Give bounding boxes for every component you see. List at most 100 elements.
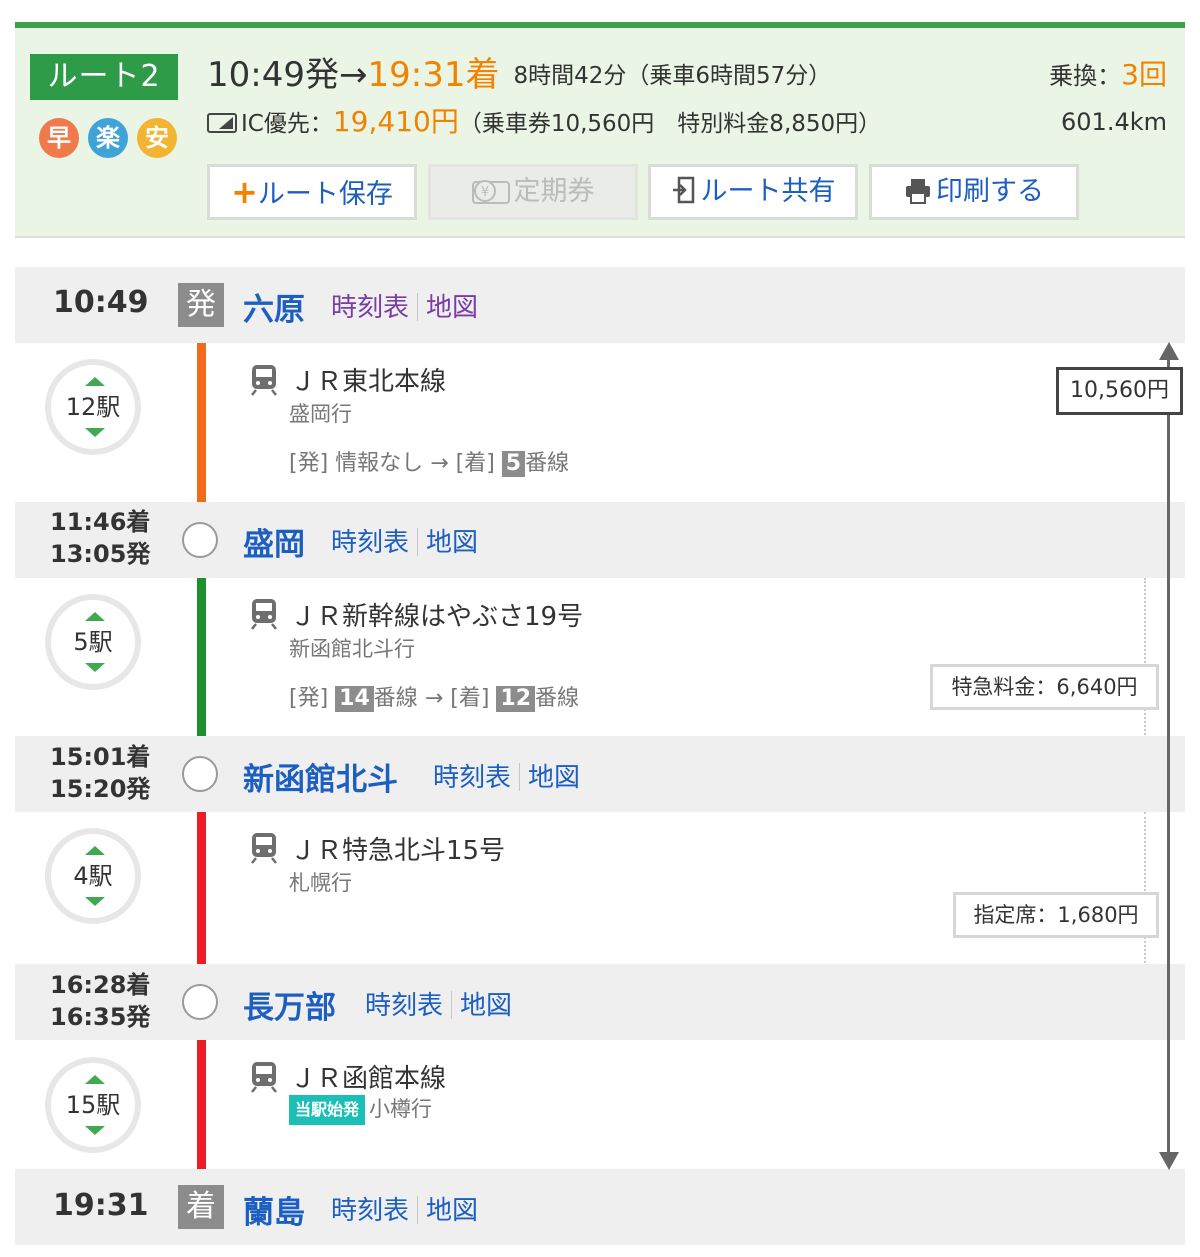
- share-icon: [672, 176, 694, 204]
- transfer-node: [182, 522, 218, 558]
- svg-text:¥: ¥: [480, 185, 488, 200]
- arrival-platform-number: 5: [501, 451, 526, 477]
- transfer-count: 3回: [1121, 58, 1167, 91]
- save-route-label: ルート保存: [257, 179, 393, 210]
- platform-info: [発] 14 番線 → [着] 12 番線: [289, 680, 579, 712]
- timetable-link[interactable]: 時刻表: [365, 991, 443, 1021]
- map-link[interactable]: 地図: [426, 1196, 478, 1226]
- expand-up-icon: [85, 846, 105, 855]
- stop-count-2[interactable]: 5駅: [45, 594, 141, 690]
- departure-platform: 情報なし: [335, 451, 424, 476]
- train-icon: [251, 1062, 277, 1093]
- route-times: 10:49発→19:31着 8時間42分（乗車6時間57分）: [207, 50, 831, 101]
- destination: 新函館北斗行: [289, 637, 415, 661]
- expand-up-icon: [85, 612, 105, 621]
- platform-arrow: →: [430, 451, 449, 476]
- arrival-time: 19:31着: [367, 55, 500, 95]
- easiest-badge: 楽: [88, 118, 128, 158]
- route-line-segment-3: [197, 792, 206, 992]
- station-links: 時刻表 地図: [331, 522, 478, 559]
- line-name[interactable]: ＪＲ函館本線: [290, 1058, 446, 1095]
- print-label: 印刷する: [936, 176, 1044, 207]
- platform-suffix: 番線: [373, 686, 418, 711]
- departure-label: [発]: [289, 451, 329, 476]
- cheapest-badge: 安: [137, 118, 177, 158]
- line-name[interactable]: ＪＲ特急北斗15号: [290, 830, 505, 867]
- printer-icon: [906, 179, 930, 204]
- departure-time-3: 16:35発: [50, 1003, 151, 1031]
- departure-label: [発]: [289, 686, 329, 711]
- station-links: 時刻表 地図: [331, 1190, 478, 1227]
- arrival-label: [着]: [455, 451, 495, 476]
- train-icon: [251, 365, 277, 396]
- arrival-label: [着]: [450, 686, 490, 711]
- station-name[interactable]: 新函館北斗: [243, 754, 398, 799]
- station-links: 時刻表 地図: [365, 985, 512, 1022]
- line-name[interactable]: ＪＲ東北本線: [290, 361, 446, 398]
- origin-departure-time: 10:49: [53, 285, 149, 320]
- station-name[interactable]: 盛岡: [243, 519, 305, 564]
- timetable-link[interactable]: 時刻表: [331, 528, 409, 558]
- destination: 札幌行: [289, 871, 352, 895]
- stop-count-3[interactable]: 4駅: [45, 828, 141, 924]
- reserved-seat-fee-box: 指定席：1,680円: [953, 892, 1159, 938]
- timetable-link[interactable]: 時刻表: [433, 763, 511, 793]
- fare-range-arrow-down-icon: [1159, 1152, 1179, 1170]
- share-route-label: ルート共有: [700, 176, 836, 207]
- line-name[interactable]: ＪＲ新幹線はやぶさ19号: [290, 596, 583, 633]
- plus-icon: +: [231, 173, 258, 211]
- route-label-badge: ルート2: [30, 54, 178, 100]
- route-line-segment-2: [197, 558, 206, 758]
- transfer-node: [182, 756, 218, 792]
- destination-with-badge: 当駅始発 小樽行: [289, 1093, 432, 1125]
- expand-down-icon: [85, 1126, 105, 1135]
- platform-arrow: →: [424, 686, 444, 711]
- route-distance: 601.4km: [1061, 108, 1167, 136]
- train-icon: [251, 833, 277, 864]
- stop-count-label: 15駅: [65, 1091, 121, 1119]
- departure-time-2: 15:20発: [50, 775, 151, 803]
- save-route-button[interactable]: +ルート保存: [207, 164, 417, 220]
- fee-bracket: [1144, 812, 1146, 967]
- station-name-origin[interactable]: 六原: [243, 284, 305, 329]
- destination: 盛岡行: [289, 402, 352, 426]
- transfer-label: 乗換：: [1049, 62, 1122, 90]
- stop-count-label: 12駅: [65, 393, 121, 421]
- expand-up-icon: [85, 1075, 105, 1084]
- station-name-destination[interactable]: 蘭島: [243, 1187, 305, 1232]
- stop-count-4[interactable]: 15駅: [45, 1057, 141, 1153]
- route-line-segment-4: [197, 1018, 206, 1188]
- map-link[interactable]: 地図: [460, 991, 512, 1021]
- fastest-badge: 早: [39, 118, 79, 158]
- stop-count-label: 5駅: [73, 628, 113, 656]
- arrival-time-3: 16:28着: [50, 971, 151, 999]
- ic-card-icon: [207, 113, 237, 133]
- stop-count-1[interactable]: 12駅: [45, 359, 141, 455]
- duration: 8時間42分（乗車6時間57分）: [513, 63, 832, 89]
- departure-time: 10:49発: [207, 55, 339, 95]
- print-button[interactable]: 印刷する: [869, 164, 1079, 220]
- platform-suffix: 番線: [525, 451, 570, 476]
- share-route-button[interactable]: ルート共有: [648, 164, 858, 220]
- first-departure-badge: 当駅始発: [289, 1095, 366, 1125]
- commuter-pass-label: 定期券: [513, 176, 595, 207]
- fee-bracket: [1144, 578, 1146, 738]
- commuter-pass-icon: ¥: [471, 180, 510, 204]
- timetable-link[interactable]: 時刻表: [331, 1196, 409, 1226]
- transfer-node: [182, 984, 218, 1020]
- station-name[interactable]: 長万部: [243, 982, 336, 1027]
- commuter-pass-button[interactable]: ¥ 定期券: [428, 164, 638, 220]
- total-fare: 19,410円: [332, 105, 459, 138]
- ic-priority-label: IC優先：: [241, 111, 333, 137]
- stop-count-label: 4駅: [73, 862, 113, 890]
- expand-down-icon: [85, 428, 105, 437]
- expand-up-icon: [85, 377, 105, 386]
- expand-down-icon: [85, 897, 105, 906]
- map-link[interactable]: 地図: [426, 528, 478, 558]
- fare-range-line: [1167, 355, 1170, 1156]
- map-link[interactable]: 地図: [426, 293, 478, 323]
- timetable-link[interactable]: 時刻表: [331, 293, 409, 323]
- arrival-platform-number: 12: [496, 686, 536, 712]
- map-link[interactable]: 地図: [528, 763, 580, 793]
- fare-breakdown: （乗車券10,560円 特別料金8,850円）: [458, 111, 882, 137]
